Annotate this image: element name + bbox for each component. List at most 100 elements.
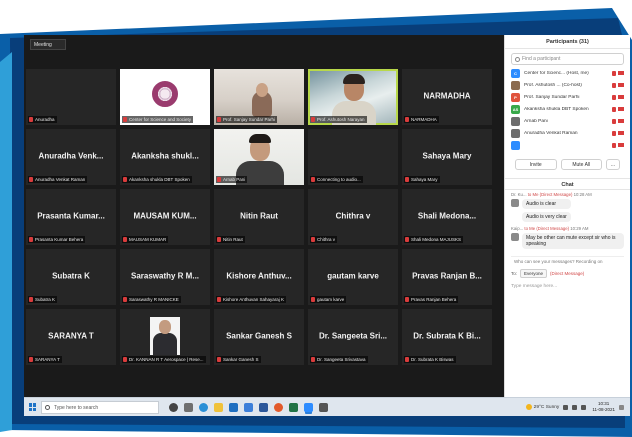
tile-name-label: Pravas Ranjan Behera: [404, 296, 459, 303]
video-off-icon[interactable]: [618, 107, 624, 111]
mute-all-button[interactable]: Mute All: [560, 159, 602, 170]
tile-label-text: Dr. KANNAN R T Aerospace | Rese...: [129, 357, 204, 362]
word-icon[interactable]: [259, 402, 268, 412]
participant-tile[interactable]: Nitin Raut Nitin Raut: [214, 189, 304, 245]
more-options-button[interactable]: ...: [606, 159, 620, 170]
tile-name-label: Prof. Sanjay Sundar Parhi: [216, 116, 278, 123]
tile-label-text: NARMADHA: [411, 117, 437, 122]
participants-list: C Center for Scienc... (Host, me) Prof. As…: [505, 67, 630, 151]
battery-icon[interactable]: [581, 404, 587, 410]
participant-tile[interactable]: Chithra v Chithra v: [308, 189, 398, 245]
video-off-icon[interactable]: [618, 71, 624, 75]
tile-display-name: Subatra K: [52, 271, 90, 281]
muted-mic-icon[interactable]: [612, 106, 616, 112]
video-off-icon[interactable]: [618, 131, 624, 135]
edge-icon[interactable]: [199, 402, 208, 412]
participant-tile[interactable]: SARANYA T SARANYA T: [26, 309, 116, 365]
participant-tile[interactable]: Prof. Ashutosh Narayan: [308, 69, 398, 125]
participant-tile[interactable]: NARMADHA NARMADHA: [402, 69, 492, 125]
participant-tile[interactable]: MAUSAM KUM... MAUSAM KUMAR: [120, 189, 210, 245]
windows-start-icon[interactable]: [29, 403, 37, 411]
muted-mic-icon[interactable]: [612, 82, 616, 88]
invite-button[interactable]: Invite: [515, 159, 557, 170]
participant-tile[interactable]: Kishore Anthuv... Kishore Anthuvan Sahaya…: [214, 249, 304, 305]
participant-list-item[interactable]: Anuradha Venkat Raman: [505, 127, 630, 139]
participant-tile[interactable]: Akanksha shukl... Akanksha shukla DBT Spo…: [120, 129, 210, 185]
muted-mic-icon: [217, 117, 221, 122]
participant-tile[interactable]: Center for Science and Society: [120, 69, 210, 125]
muted-mic-icon[interactable]: [612, 70, 616, 76]
chat-recipient: to Me (Direct Message): [527, 192, 573, 197]
participant-tile[interactable]: Sahaya Mary Sahaya Mary: [402, 129, 492, 185]
participant-tile[interactable]: Dr. Sangeeta Sri... Dr. Sangeeta Srivasta…: [308, 309, 398, 365]
participant-tile[interactable]: Connecting to audio...: [308, 129, 398, 185]
tile-label-text: Prasanta Kumar Behera: [35, 237, 84, 242]
participant-list-item[interactable]: P Prof. Sanjay Sundar Parhi: [505, 91, 630, 103]
participant-tile[interactable]: Arnab Pani: [214, 129, 304, 185]
store-icon[interactable]: [229, 402, 238, 412]
tile-label-text: Nitin Raut: [223, 237, 243, 242]
muted-mic-icon[interactable]: [612, 118, 616, 124]
chat-visibility-notice[interactable]: Who can see your messages? Recording on: [511, 256, 624, 266]
video-off-icon[interactable]: [618, 83, 624, 87]
tile-name-label: Sankar Ganesh S: [216, 356, 261, 363]
gallery-grid: Anuradha Center for Science and Society Pr…: [26, 69, 492, 365]
volume-icon[interactable]: [572, 404, 578, 410]
participant-list-item[interactable]: Prof. Ashutosh ... (Co-host): [505, 79, 630, 91]
avatar: [511, 116, 520, 126]
weather-widget[interactable]: 29°C Sunny: [525, 404, 559, 410]
video-off-icon[interactable]: [618, 95, 624, 99]
participant-tile[interactable]: Dr. Subrata K Bi... Dr. Subrata K Biswas: [402, 309, 492, 365]
participant-tile[interactable]: Pravas Ranjan B... Pravas Ranjan Behera: [402, 249, 492, 305]
muted-mic-icon: [123, 117, 127, 122]
chrome-icon[interactable]: [274, 402, 283, 412]
participant-list-item[interactable]: C Center for Scienc... (Host, me): [505, 67, 630, 79]
zoom-screen: Meeting Anuradha Center for Science and S…: [24, 35, 630, 416]
muted-mic-icon: [217, 177, 221, 182]
notifications-icon[interactable]: [619, 404, 624, 410]
video-person-hair: [343, 74, 365, 84]
excel-icon[interactable]: [289, 402, 298, 412]
meeting-info-button[interactable]: Meeting: [30, 39, 66, 50]
cortana-icon[interactable]: [169, 402, 178, 412]
taskbar-clock[interactable]: 10:31 11-08-2021: [592, 401, 615, 413]
muted-mic-icon: [123, 297, 127, 302]
tile-display-name: Sahaya Mary: [422, 151, 472, 161]
recipient-select[interactable]: Everyone: [520, 269, 548, 278]
taskbar-search-input[interactable]: Type here to search: [41, 400, 159, 414]
participant-tile[interactable]: Prof. Sanjay Sundar Parhi: [214, 69, 304, 125]
muted-mic-icon[interactable]: [612, 142, 616, 148]
muted-mic-icon: [123, 177, 127, 182]
chat-time: 10:28 AM: [573, 192, 592, 197]
participant-tile[interactable]: Prasanta Kumar... Prasanta Kumar Behera: [26, 189, 116, 245]
tile-name-label: Dr. Subrata K Biswas: [404, 356, 456, 363]
participant-tile[interactable]: gautam karve gautam karve: [308, 249, 398, 305]
file-explorer-icon[interactable]: [214, 402, 223, 412]
settings-icon[interactable]: [319, 402, 328, 412]
participant-tile[interactable]: Sankar Ganesh S Sankar Ganesh S: [214, 309, 304, 365]
participant-tile[interactable]: Saraswathy R M... Saraswathy R MANICKE: [120, 249, 210, 305]
network-icon[interactable]: [563, 404, 569, 410]
participant-search-input[interactable]: Find a participant: [511, 53, 624, 65]
participant-list-item[interactable]: [505, 139, 630, 151]
muted-mic-icon[interactable]: [612, 94, 616, 100]
participant-tile[interactable]: Shali Medona... Shali Medona MAJUSKS: [402, 189, 492, 245]
tile-name-label: Anuradha Venkat Raman: [28, 176, 88, 183]
tile-name-label: Prof. Ashutosh Narayan: [310, 116, 367, 123]
video-off-icon[interactable]: [618, 143, 624, 147]
muted-mic-icon[interactable]: [612, 130, 616, 136]
mail-icon[interactable]: [244, 402, 253, 412]
avatar: C: [511, 68, 520, 78]
tile-name-label: Nitin Raut: [216, 236, 245, 243]
zoom-icon[interactable]: [304, 402, 313, 412]
participant-list-item[interactable]: Arnab Pani: [505, 115, 630, 127]
participant-tile[interactable]: Anuradha Venk... Anuradha Venkat Raman: [26, 129, 116, 185]
participant-tile[interactable]: Subatra K Subatra K: [26, 249, 116, 305]
tile-name-label: Prasanta Kumar Behera: [28, 236, 86, 243]
video-off-icon[interactable]: [618, 119, 624, 123]
chat-input[interactable]: Type message here...: [511, 281, 624, 292]
participant-tile[interactable]: Anuradha: [26, 69, 116, 125]
participant-tile[interactable]: Dr. KANNAN R T Aerospace | Rese...: [120, 309, 210, 365]
participant-list-item[interactable]: AS Akanksha shukla DBT Spoken: [505, 103, 630, 115]
task-view-icon[interactable]: [184, 402, 193, 412]
